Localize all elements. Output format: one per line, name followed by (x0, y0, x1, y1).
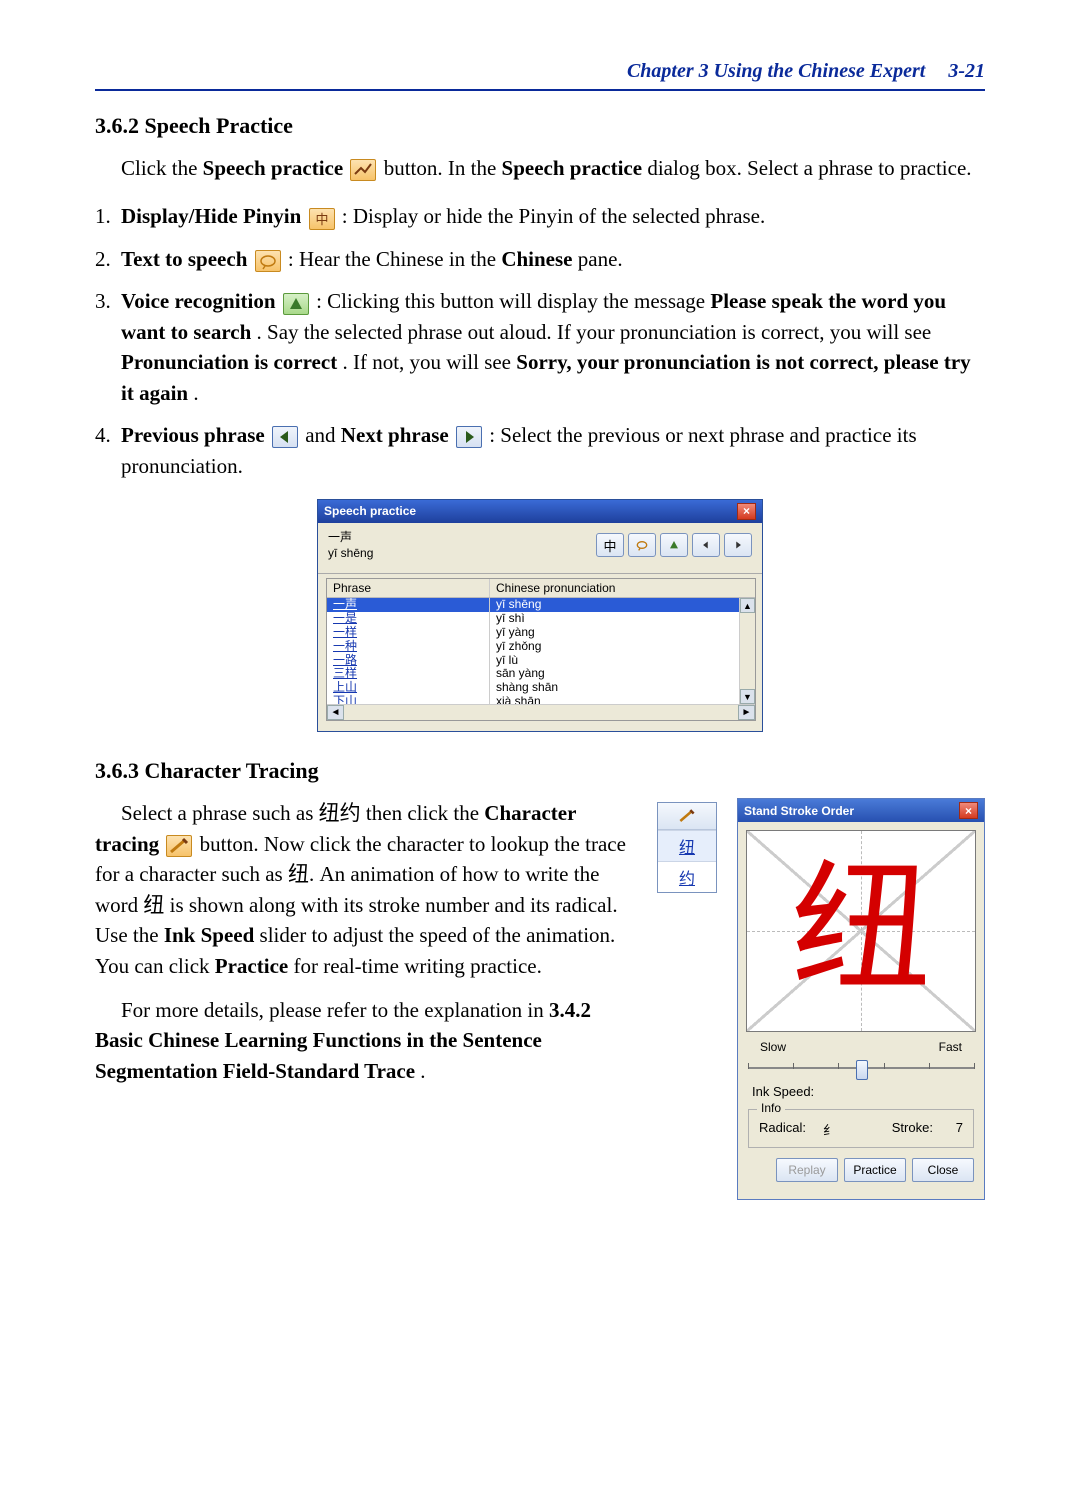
section-heading-363: 3.6.3 Character Tracing (95, 758, 985, 784)
text-to-speech-icon (255, 250, 281, 272)
document-page: Chapter 3 Using the Chinese Expert 3-21 … (0, 0, 1080, 1488)
radical-label: Radical: (759, 1120, 815, 1139)
next-phrase-button[interactable] (724, 533, 752, 557)
step-3: Voice recognition : Clicking this button… (95, 286, 985, 408)
replay-button[interactable]: Replay (776, 1158, 838, 1182)
step-4: Previous phrase and Next phrase : Select… (95, 420, 985, 481)
stroke-glyph: 纽 (791, 861, 931, 1001)
speech-practice-icon (350, 159, 376, 181)
table-row[interactable]: 下山xià shān (327, 695, 755, 704)
stroke-order-dialog: Stand Stroke Order × 纽 Slow Fast (737, 798, 985, 1200)
pinyin-toggle-button[interactable]: 中 (596, 533, 624, 557)
stroke-value: 7 (956, 1120, 963, 1139)
pinyin-toggle-icon: 中 (309, 208, 335, 230)
char-option-1[interactable]: 纽 (658, 830, 716, 861)
table-row[interactable]: 上山shàng shān (327, 681, 755, 695)
tts-button[interactable] (628, 533, 656, 557)
close-button[interactable]: Close (912, 1158, 974, 1182)
character-picker: 纽 约 (657, 802, 717, 893)
section-362-intro: Click the Speech practice button. In the… (95, 153, 985, 183)
table-header: Phrase Chinese pronunciation (327, 579, 755, 598)
step-1: Display/Hide Pinyin 中 : Display or hide … (95, 201, 985, 231)
previous-phrase-icon (272, 426, 298, 448)
next-phrase-icon (456, 426, 482, 448)
scroll-down-icon[interactable]: ▼ (740, 689, 755, 704)
steps-list: Display/Hide Pinyin 中 : Display or hide … (95, 201, 985, 481)
info-group: Info Radical: 纟 Stroke: 7 (748, 1109, 974, 1148)
svg-text:中: 中 (315, 212, 328, 227)
fast-label: Fast (939, 1040, 962, 1054)
ink-speed-slider[interactable] (748, 1058, 974, 1078)
table-row[interactable]: 一样yī yàng (327, 626, 755, 640)
current-phrase: 一声 yī shēng (328, 529, 373, 561)
dialog-toolbar: 中 (596, 533, 752, 557)
dialog-titlebar[interactable]: Speech practice × (318, 500, 762, 523)
close-icon[interactable]: × (959, 802, 978, 819)
section-heading-362: 3.6.2 Speech Practice (95, 113, 985, 139)
voice-recognition-icon (283, 293, 309, 315)
col-pronunciation[interactable]: Chinese pronunciation (490, 579, 755, 597)
scroll-up-icon[interactable]: ▲ (740, 598, 755, 613)
table-row[interactable]: 一种yī zhǒng (327, 640, 755, 654)
radical-value: 纟 (823, 1120, 836, 1139)
table-row[interactable]: 三样sān yàng (327, 667, 755, 681)
phrase-table: Phrase Chinese pronunciation 一声yī shēng一… (326, 578, 756, 721)
dialog-title: Stand Stroke Order (744, 804, 854, 818)
table-row[interactable]: 一路yī lù (327, 654, 755, 668)
info-legend: Info (757, 1101, 785, 1115)
scroll-right-icon[interactable]: ► (738, 705, 755, 720)
practice-button[interactable]: Practice (844, 1158, 906, 1182)
horizontal-scrollbar[interactable]: ◄ ► (327, 704, 755, 720)
table-body: 一声yī shēng一是yī shì一样yī yàng一种yī zhǒng一路y… (327, 598, 755, 704)
close-icon[interactable]: × (737, 503, 756, 520)
step-2: Text to speech : Hear the Chinese in the… (95, 244, 985, 274)
col-phrase[interactable]: Phrase (327, 579, 490, 597)
character-tracing-icon (166, 835, 192, 857)
table-row[interactable]: 一声yī shēng (327, 598, 755, 612)
running-header: Chapter 3 Using the Chinese Expert 3-21 (95, 60, 985, 91)
page-number: 3-21 (948, 60, 985, 82)
table-row[interactable]: 一是yī shì (327, 612, 755, 626)
speech-practice-dialog: Speech practice × 一声 yī shēng 中 (317, 499, 763, 732)
chapter-title: Chapter 3 Using the Chinese Expert (627, 60, 925, 82)
dialog-title: Speech practice (324, 504, 416, 518)
vertical-scrollbar[interactable]: ▲ ▼ (739, 598, 755, 704)
slow-label: Slow (760, 1040, 786, 1054)
voice-recognition-button[interactable] (660, 533, 688, 557)
section-363-text: Select a phrase such as 纽约 then click th… (95, 798, 637, 1100)
stroke-canvas: 纽 (746, 830, 976, 1032)
char-option-2[interactable]: 约 (658, 861, 716, 892)
tracing-pen-button[interactable] (658, 803, 716, 830)
previous-phrase-button[interactable] (692, 533, 720, 557)
dialog-titlebar[interactable]: Stand Stroke Order × (738, 799, 984, 822)
scroll-left-icon[interactable]: ◄ (327, 705, 344, 720)
stroke-label: Stroke: (892, 1120, 948, 1139)
